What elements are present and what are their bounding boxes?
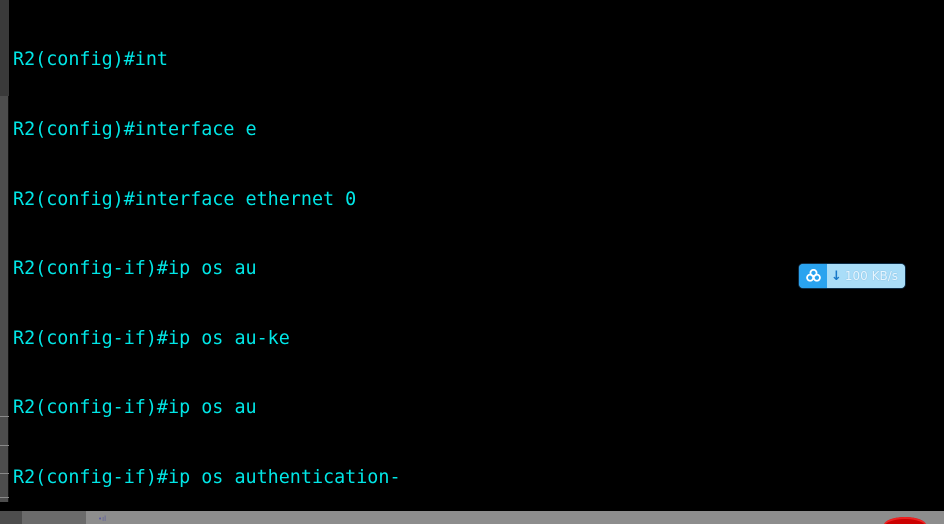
speed-value: 100 KB/s [844,268,899,283]
scrollbar-tick [0,416,9,417]
download-arrow-icon: ↓ [831,268,842,284]
terminal-output[interactable]: R2(config)#int R2(config)#interface e R2… [13,2,944,502]
terminal-window: R2(config)#int R2(config)#interface e R2… [0,0,944,524]
speed-readout: ↓ 100 KB/s [827,264,906,288]
terminal-line: R2(config-if)#ip os au-ke [13,327,290,349]
taskbar-text-marks: •ıl [98,515,107,523]
scrollbar-tick [0,473,9,474]
terminal-line: R2(config)#interface ethernet 0 [13,188,357,210]
cloud-disk-icon [799,264,827,288]
scrollbar-tick [0,445,9,446]
taskbar-start-area[interactable] [0,511,22,524]
taskbar-window-button[interactable] [22,511,86,524]
taskbar-status-indicator[interactable] [884,517,926,524]
download-speed-badge[interactable]: ↓ 100 KB/s [799,264,906,288]
terminal-line: R2(config)#interface e [13,119,257,140]
window-bottom-edge [0,502,944,511]
scrollbar-thumb[interactable] [0,0,9,96]
terminal-line: R2(config-if)#ip os au [13,397,257,419]
vertical-scrollbar[interactable] [0,0,9,505]
terminal-line: R2(config-if)#ip os authentication- [13,466,401,488]
terminal-line: R2(config)#int [13,49,169,71]
scrollbar-tick [0,497,9,498]
taskbar[interactable]: •ıl [0,511,944,524]
